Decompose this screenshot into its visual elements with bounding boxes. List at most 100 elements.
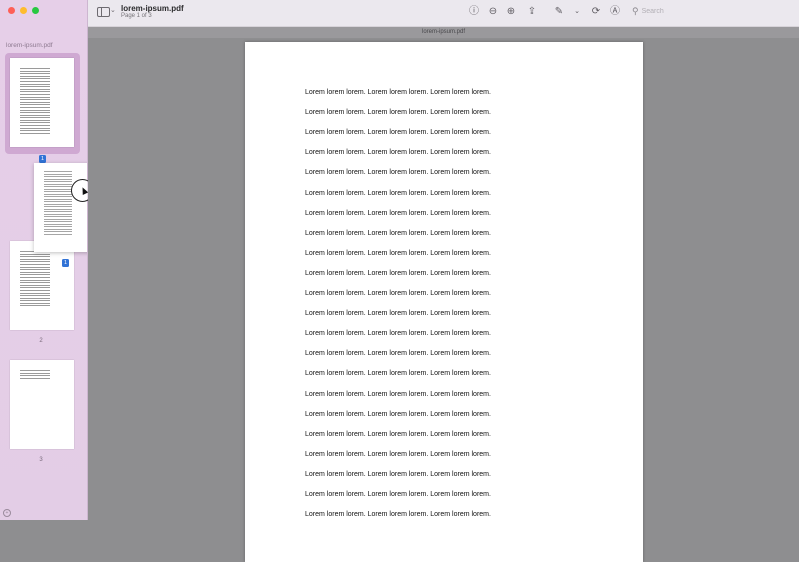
thumbnail-page-3[interactable] [10,360,74,449]
markup-icon[interactable]: ✎ [552,5,566,19]
thumbnail-line [20,112,50,114]
sidebar-document-name: lorem-ipsum.pdf [6,42,53,49]
page-2-number: 2 [39,338,43,344]
thumbnail-line [44,201,72,202]
thumbnail-line [20,125,50,127]
thumbnail-line [20,266,50,268]
document-text-line: Lorem lorem lorem. Lorem lorem lorem. Lo… [305,350,491,358]
thumbnail-line [20,287,50,289]
document-title-bar: lorem-ipsum.pdf [88,27,799,38]
search-icon: ⚲ [632,6,639,16]
zoom-window-button[interactable] [32,7,39,14]
thumbnail-line [20,83,50,85]
chevron-down-icon[interactable]: ⌄ [110,6,116,14]
info-icon[interactable]: ⓘ [467,5,481,19]
thumbnail-line [20,80,50,82]
thumbnail-line [20,297,50,299]
thumbnail-line [44,178,72,180]
minimize-window-button[interactable] [20,7,27,14]
thumbnail-line [20,271,50,273]
thumbnail-line [20,86,50,88]
thumbnail-line [20,99,50,101]
thumbnail-line [20,106,50,108]
annotate-icon[interactable]: Ⓐ [608,5,622,19]
thumbnail-line [20,119,50,121]
thumbnail-line [44,186,72,187]
thumbnail-line [44,181,72,182]
thumbnail-line [44,211,72,212]
thumbnail-sidebar: lorem-ipsum.pdf 1 1 2 3 + [0,0,88,520]
thumbnail-line [44,231,72,232]
pdf-page[interactable]: Lorem lorem lorem. Lorem lorem lorem. Lo… [245,42,643,562]
zoom-in-icon[interactable]: ⊕ [504,5,518,19]
document-text-line: Lorem lorem lorem. Lorem lorem lorem. Lo… [305,450,491,458]
thumbnail-line [20,258,50,260]
thumbnail-line [44,171,72,172]
thumbnail-line [20,276,50,278]
document-text-line: Lorem lorem lorem. Lorem lorem lorem. Lo… [305,511,491,519]
thumbnail-line [44,176,72,177]
thumbnail-line [20,78,50,80]
thumbnail-page-2[interactable] [10,241,74,330]
thumbnail-lines [20,251,50,308]
share-icon[interactable]: ⇪ [525,5,539,19]
document-text-line: Lorem lorem lorem. Lorem lorem lorem. Lo… [305,430,491,438]
thumbnail-line [20,269,50,271]
thumbnail-line [20,370,50,371]
thumbnail-line [20,377,50,379]
thumbnail-line [20,375,50,377]
toolbar: ⌄ lorem-ipsum.pdf Page 1 of 3 ⓘ ⊖ ⊕ ⇪ ✎ … [88,0,799,27]
thumbnail-line [20,91,50,93]
thumbnail-line [44,221,72,222]
thumbnail-lines [44,171,72,236]
thumbnail-line [20,256,50,258]
thumbnail-line [20,122,50,124]
dragged-thumbnail[interactable] [34,163,87,252]
thumbnail-line [20,372,50,374]
document-text-line: Lorem lorem lorem. Lorem lorem lorem. Lo… [305,189,491,197]
document-view: lorem-ipsum.pdf Lorem lorem lorem. Lorem… [88,27,799,562]
thumbnail-lines [20,68,50,135]
add-page-icon[interactable]: + [3,509,11,517]
document-text-line: Lorem lorem lorem. Lorem lorem lorem. Lo… [305,390,491,398]
close-window-button[interactable] [8,7,15,14]
thumbnail-line [44,198,72,200]
thumbnail-line [20,132,50,134]
window-controls [8,7,39,14]
thumbnail-line [20,117,50,119]
search-input[interactable] [641,8,702,15]
thumbnail-line [44,196,72,197]
sidebar-toggle-icon[interactable] [97,7,110,17]
document-text-line: Lorem lorem lorem. Lorem lorem lorem. Lo… [305,109,491,117]
thumbnail-line [20,261,50,263]
thumbnail-line [44,206,72,207]
thumbnail-line [20,88,50,90]
markup-chevron-icon[interactable]: ⌄ [570,5,584,19]
search-field[interactable]: ⚲ [632,6,702,17]
thumbnail-line [44,228,72,230]
thumbnail-line [20,70,50,72]
document-text-line: Lorem lorem lorem. Lorem lorem lorem. Lo… [305,269,491,277]
thumbnail-line [20,127,50,129]
thumbnail-line [20,282,50,284]
thumbnail-line [20,93,50,95]
thumbnail-line [44,188,72,190]
zoom-out-icon[interactable]: ⊖ [486,5,500,19]
document-text-line: Lorem lorem lorem. Lorem lorem lorem. Lo… [305,229,491,237]
document-text-line: Lorem lorem lorem. Lorem lorem lorem. Lo… [305,209,491,217]
thumbnail-line [20,284,50,286]
thumbnail-line [44,216,72,217]
thumbnail-line [20,263,50,265]
thumbnail-line [20,289,50,291]
thumbnail-line [20,130,50,132]
thumbnail-line [44,223,72,225]
rotate-icon[interactable]: ⟳ [589,5,603,19]
document-text-line: Lorem lorem lorem. Lorem lorem lorem. Lo… [305,169,491,177]
thumbnail-line [44,173,72,175]
thumbnail-line [20,279,50,281]
thumbnail-line [20,295,50,297]
document-text-line: Lorem lorem lorem. Lorem lorem lorem. Lo… [305,491,491,498]
thumbnail-line [20,305,50,307]
thumbnail-page-1[interactable] [10,58,74,147]
document-text-line: Lorem lorem lorem. Lorem lorem lorem. Lo… [305,470,491,478]
